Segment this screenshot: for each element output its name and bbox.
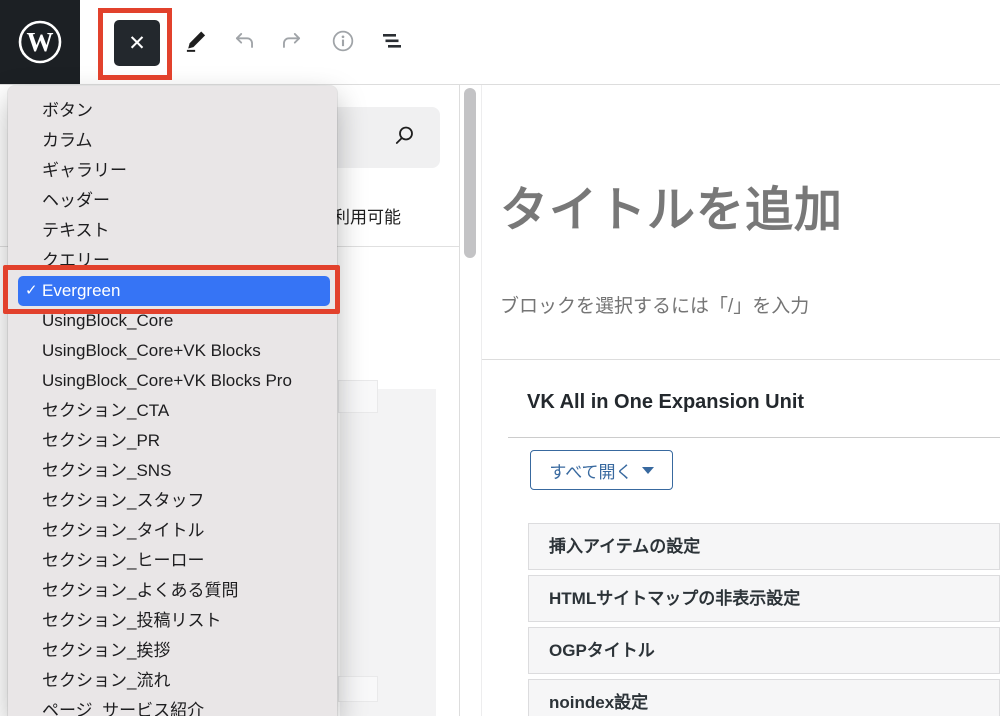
editor-toolbar: W ✕ [0,0,1000,85]
dropdown-item[interactable]: セクション_挨拶 [18,636,330,666]
dropdown-item-label: ページ_サービス紹介 [42,701,204,716]
metabox-top-border [482,359,1000,360]
sidebar-right-border [459,84,460,716]
dropdown-item-label: セクション_CTA [42,401,169,420]
pattern-preview-card[interactable] [340,389,436,716]
dropdown-item-label: セクション_ヒーロー [42,551,204,570]
dropdown-item[interactable]: セクション_流れ [18,666,330,696]
dropdown-item-label: ギャラリー [42,161,127,180]
dropdown-item[interactable]: セクション_投稿リスト [18,606,330,636]
dropdown-item[interactable]: セクション_SNS [18,456,330,486]
list-view-icon [380,30,406,52]
dropdown-item-label: セクション_タイトル [42,521,204,540]
chevron-down-icon [642,467,654,474]
close-inserter-button[interactable]: ✕ [114,20,160,66]
canvas-left-border [481,84,482,716]
checkmark-icon: ✓ [25,276,38,306]
dropdown-item-label: セクション_SNS [42,461,171,480]
dropdown-item[interactable]: ✓Evergreen [18,276,330,306]
dropdown-item[interactable]: セクション_タイトル [18,516,330,546]
svg-text:W: W [27,27,54,57]
dropdown-item-label: セクション_よくある質問 [42,581,238,600]
search-icon [392,125,416,149]
dropdown-item[interactable]: UsingBlock_Core+VK Blocks [18,336,330,366]
dropdown-item[interactable]: セクション_PR [18,426,330,456]
category-dropdown: ボタンカラムギャラリーヘッダーテキストクエリー✓EvergreenUsingBl… [8,86,337,716]
dropdown-item[interactable]: セクション_ヒーロー [18,546,330,576]
dropdown-item-label: セクション_投稿リスト [42,611,221,630]
dropdown-item-label: セクション_PR [42,431,160,450]
dropdown-item[interactable]: セクション_スタッフ [18,486,330,516]
undo-icon [232,28,258,54]
dropdown-item[interactable]: ギャラリー [18,156,330,186]
edit-mode-button[interactable] [182,27,210,55]
dropdown-item[interactable]: ヘッダー [18,186,330,216]
dropdown-item[interactable]: ページ_サービス紹介 [18,696,330,716]
scrollbar-thumb[interactable] [464,88,476,258]
dropdown-item-label: Evergreen [42,281,120,300]
accordion-panel-header[interactable]: HTMLサイトマップの非表示設定 [528,575,1000,622]
dropdown-item-label: カラム [42,131,93,150]
wordpress-editor-screen: W ✕ [0,0,1000,716]
block-placeholder[interactable]: ブロックを選択するには「/」を入力 [500,291,809,318]
dropdown-item-label: クエリー [42,251,110,270]
dropdown-item-label: UsingBlock_Core [42,311,173,330]
dropdown-item[interactable]: セクション_CTA [18,396,330,426]
edit-pencil-icon [183,28,209,54]
redo-button[interactable] [277,27,305,55]
dropdown-item-label: セクション_挨拶 [42,641,170,660]
pattern-thumbnail [338,676,378,702]
expand-all-label: すべて開く [549,458,632,483]
info-icon [329,27,357,55]
list-view-button[interactable] [379,27,407,55]
details-button[interactable] [329,27,357,55]
dropdown-item-label: ボタン [42,101,93,120]
dropdown-item-label: セクション_スタッフ [42,491,204,510]
metabox-panels: 挿入アイテムの設定 HTMLサイトマップの非表示設定 OGPタイトル noindex設… [528,523,1000,716]
dropdown-item-label: セクション_流れ [42,671,170,690]
accordion-panel-header[interactable]: OGPタイトル [528,627,1000,674]
wordpress-logo-icon: W [16,18,64,66]
dropdown-item[interactable]: セクション_よくある質問 [18,576,330,606]
available-patterns-label: 利用可能 [333,203,401,228]
undo-button[interactable] [231,27,259,55]
redo-icon [278,28,304,54]
dropdown-item-label: テキスト [42,221,110,240]
dropdown-item[interactable]: ボタン [18,96,330,126]
dropdown-item[interactable]: カラム [18,126,330,156]
dropdown-item-label: UsingBlock_Core+VK Blocks [42,341,261,360]
accordion-panel-header[interactable]: 挿入アイテムの設定 [528,523,1000,570]
dropdown-item-label: ヘッダー [42,191,110,210]
close-icon: ✕ [128,31,146,56]
dropdown-item[interactable]: クエリー [18,246,330,276]
dropdown-item[interactable]: UsingBlock_Core+VK Blocks Pro [18,366,330,396]
dropdown-item[interactable]: テキスト [18,216,330,246]
accordion-panel-header[interactable]: noindex設定 [528,679,1000,716]
wordpress-logo-button[interactable]: W [0,0,80,84]
expand-all-button[interactable]: すべて開く [530,450,673,490]
post-title-placeholder[interactable]: タイトルを追加 [500,170,843,240]
metabox-divider [508,437,1000,438]
dropdown-item[interactable]: UsingBlock_Core [18,306,330,336]
dropdown-item-label: UsingBlock_Core+VK Blocks Pro [42,371,292,390]
metabox-title: VK All in One Expansion Unit [527,391,804,414]
pattern-thumbnail [338,380,378,413]
